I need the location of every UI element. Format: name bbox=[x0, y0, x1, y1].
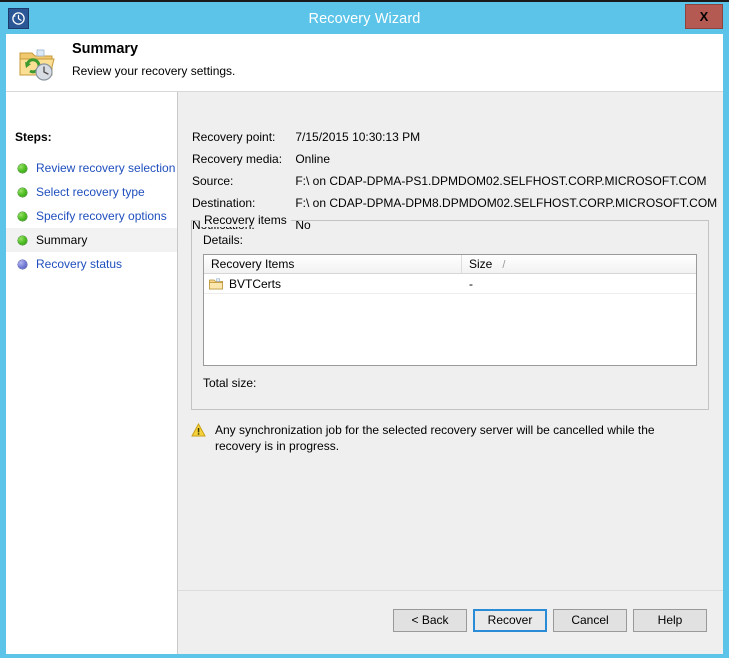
field-source: Source: F:\ on CDAP-DPMA-PS1.DPMDOM02.SE… bbox=[192, 174, 712, 196]
step-label: Specify recovery options bbox=[36, 209, 167, 223]
step-item-review-recovery-selection[interactable]: Review recovery selection bbox=[6, 156, 177, 180]
step-bullet-icon bbox=[18, 259, 27, 269]
step-bullet-icon bbox=[18, 187, 27, 197]
sort-indicator-icon: / bbox=[502, 259, 506, 271]
help-button[interactable]: Help bbox=[633, 609, 707, 632]
column-header-recovery-items[interactable]: Recovery Items bbox=[204, 255, 462, 273]
step-label: Select recovery type bbox=[36, 185, 145, 199]
field-label: Recovery point: bbox=[192, 130, 276, 144]
folder-history-icon bbox=[14, 40, 60, 86]
table-row[interactable]: BVTCerts - bbox=[204, 274, 696, 294]
table-header-row: Recovery Items Size / bbox=[204, 255, 696, 274]
back-button[interactable]: < Back bbox=[393, 609, 467, 632]
recovery-items-group: Recovery items Details: Recovery Items S… bbox=[191, 213, 709, 410]
step-label: Recovery status bbox=[36, 257, 123, 271]
step-bullet-icon bbox=[18, 211, 27, 221]
footer-button-bar: < Back Recover Cancel Help bbox=[178, 590, 723, 654]
field-recovery-point: Recovery point: 7/15/2015 10:30:13 PM bbox=[192, 130, 712, 152]
field-value: F:\ on CDAP-DPMA-PS1.DPMDOM02.SELFHOST.C… bbox=[295, 174, 707, 188]
recovery-items-table[interactable]: Recovery Items Size / BVTCerts - bbox=[203, 254, 697, 366]
step-bullet-icon bbox=[18, 235, 27, 245]
step-item-select-recovery-type[interactable]: Select recovery type bbox=[6, 180, 177, 204]
steps-list: Review recovery selection Select recover… bbox=[6, 156, 177, 276]
field-label: Source: bbox=[192, 174, 234, 188]
warning-row: Any synchronization job for the selected… bbox=[191, 422, 707, 454]
dialog-body: Summary Review your recovery settings. S… bbox=[6, 34, 723, 654]
column-header-label: Recovery Items bbox=[211, 257, 295, 271]
warning-triangle-icon bbox=[191, 422, 206, 437]
warning-text: Any synchronization job for the selected… bbox=[215, 423, 655, 453]
total-size-label: Total size: bbox=[203, 376, 257, 390]
cell-size: - bbox=[469, 276, 473, 291]
recovery-wizard-window: Recovery Wizard X Summary Review your re… bbox=[0, 0, 729, 658]
cell-name-text: BVTCerts bbox=[229, 276, 282, 291]
close-button[interactable]: X bbox=[685, 4, 723, 29]
page-title: Summary bbox=[72, 41, 139, 57]
step-bullet-icon bbox=[18, 163, 27, 173]
step-item-specify-recovery-options[interactable]: Specify recovery options bbox=[6, 204, 177, 228]
steps-panel: Steps: Review recovery selection Select … bbox=[6, 92, 178, 654]
step-label: Summary bbox=[36, 233, 88, 247]
recover-button[interactable]: Recover bbox=[473, 609, 547, 632]
content-panel: Recovery point: 7/15/2015 10:30:13 PM Re… bbox=[178, 92, 723, 654]
cancel-button[interactable]: Cancel bbox=[553, 609, 627, 632]
step-label: Review recovery selection bbox=[36, 161, 176, 175]
window-title: Recovery Wizard bbox=[308, 11, 421, 27]
field-value: Online bbox=[295, 152, 331, 166]
details-label: Details: bbox=[203, 233, 244, 247]
recovery-clock-icon bbox=[8, 8, 29, 29]
title-bar: Recovery Wizard X bbox=[0, 4, 729, 34]
group-legend: Recovery items bbox=[200, 213, 291, 227]
folder-icon bbox=[209, 278, 223, 290]
wizard-header: Summary Review your recovery settings. bbox=[6, 34, 723, 92]
field-label: Recovery media: bbox=[192, 152, 283, 166]
column-header-size[interactable]: Size / bbox=[462, 255, 696, 273]
field-value: 7/15/2015 10:30:13 PM bbox=[295, 130, 421, 144]
field-recovery-media: Recovery media: Online bbox=[192, 152, 712, 174]
field-value: F:\ on CDAP-DPMA-DPM8.DPMDOM02.SELFHOST.… bbox=[295, 196, 718, 210]
steps-heading: Steps: bbox=[15, 130, 52, 144]
cell-name: BVTCerts bbox=[204, 277, 462, 291]
column-header-label: Size bbox=[469, 257, 493, 271]
page-subtitle: Review your recovery settings. bbox=[72, 64, 236, 78]
step-item-summary[interactable]: Summary bbox=[6, 228, 177, 252]
field-label: Destination: bbox=[192, 196, 256, 210]
step-item-recovery-status[interactable]: Recovery status bbox=[6, 252, 177, 276]
